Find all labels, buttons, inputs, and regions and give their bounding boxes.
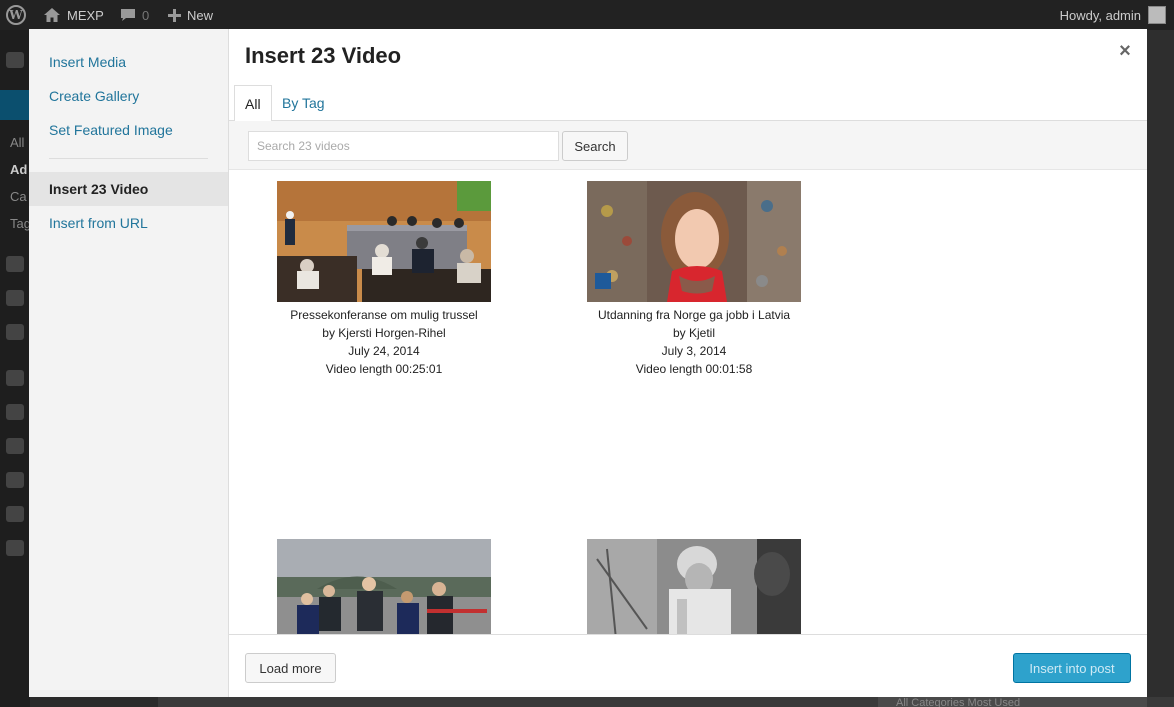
modal-footer: Load more Insert into post: [229, 634, 1147, 697]
media-modal: Insert Media Create Gallery Set Featured…: [29, 29, 1147, 697]
menu-insert-23-video[interactable]: Insert 23 Video: [29, 172, 228, 206]
submenu-all: All: [10, 135, 25, 150]
home-icon: [44, 8, 60, 22]
admin-bar: W MEXP 0 New Howdy, admin: [0, 0, 1174, 30]
submenu-categories: Ca: [10, 189, 27, 204]
insert-into-post-button[interactable]: Insert into post: [1013, 653, 1131, 683]
video-item[interactable]: [234, 539, 534, 634]
modal-sidebar: Insert Media Create Gallery Set Featured…: [29, 29, 229, 697]
howdy-text: Howdy, admin: [1059, 7, 1141, 23]
modal-title: Insert 23 Video: [245, 43, 402, 68]
video-thumbnail[interactable]: [587, 539, 801, 634]
menu-insert-from-url[interactable]: Insert from URL: [29, 206, 228, 240]
new-label: New: [187, 7, 214, 23]
video-item[interactable]: Utdanning fra Norge ga jobb i Latvia by …: [544, 181, 844, 378]
users-icon: [6, 438, 24, 454]
menu-insert-media[interactable]: Insert Media: [29, 45, 228, 79]
menu-create-gallery[interactable]: Create Gallery: [29, 79, 228, 113]
media-icon: [6, 256, 24, 272]
submenu-add: Ad: [10, 162, 28, 177]
close-icon[interactable]: ×: [1113, 39, 1137, 63]
submenu-tags: Tag: [10, 216, 31, 231]
dashboard-icon: [6, 52, 24, 68]
comments-menu-icon: [6, 324, 24, 340]
video-item[interactable]: Pressekonferanse om mulig trussel by Kje…: [234, 181, 534, 378]
tab-by-tag[interactable]: By Tag: [272, 85, 335, 121]
background-right: [1147, 30, 1174, 707]
video-thumbnail[interactable]: [277, 181, 491, 302]
video-length: Video length 00:01:58: [635, 362, 753, 376]
pages-icon: [6, 290, 24, 306]
account-menu[interactable]: Howdy, admin: [1060, 0, 1166, 30]
video-title: Pressekonferanse om mulig trussel: [290, 308, 478, 322]
tab-all[interactable]: All: [234, 85, 272, 122]
settings-icon: [6, 506, 24, 522]
video-date: July 24, 2014: [348, 344, 420, 358]
tools-icon: [6, 472, 24, 488]
search-input[interactable]: [248, 131, 559, 161]
tab-bar: All By Tag: [229, 85, 1147, 122]
wordpress-logo-icon[interactable]: W: [6, 0, 30, 30]
menu-set-featured-image[interactable]: Set Featured Image: [29, 113, 228, 147]
new-content-link[interactable]: New: [168, 0, 213, 30]
search-button[interactable]: Search: [562, 131, 628, 161]
video-author: by Kjetil: [672, 326, 716, 340]
plus-icon: [168, 8, 181, 22]
video-author: by Kjersti Horgen-Rihel: [322, 326, 446, 340]
video-date: July 3, 2014: [661, 344, 727, 358]
comments-count: 0: [142, 7, 150, 23]
comment-icon: [121, 9, 135, 21]
background-category-box: All Categories Most Used: [878, 697, 1147, 707]
menu-separator: [49, 158, 208, 159]
video-thumbnail[interactable]: [587, 181, 801, 302]
load-more-button[interactable]: Load more: [245, 653, 336, 683]
video-item[interactable]: [544, 539, 844, 634]
video-length: Video length 00:25:01: [325, 362, 443, 376]
modal-content: Insert 23 Video × All By Tag Search 23 v…: [229, 29, 1147, 697]
appearance-icon: [6, 370, 24, 386]
collapse-icon: [6, 540, 24, 556]
plugins-icon: [6, 404, 24, 420]
video-thumbnail[interactable]: [277, 539, 491, 634]
video-title: Utdanning fra Norge ga jobb i Latvia: [597, 308, 791, 322]
comments-link[interactable]: 0: [120, 0, 149, 30]
video-grid: Pressekonferanse om mulig trussel by Kje…: [229, 170, 1147, 634]
posts-icon: [0, 90, 30, 120]
admin-menu: All Ad Ca Tag: [0, 30, 31, 707]
search-toolbar: Search: [229, 121, 1147, 170]
site-name-link[interactable]: MEXP: [44, 0, 104, 30]
avatar: [1148, 6, 1166, 24]
site-name: MEXP: [67, 7, 104, 23]
